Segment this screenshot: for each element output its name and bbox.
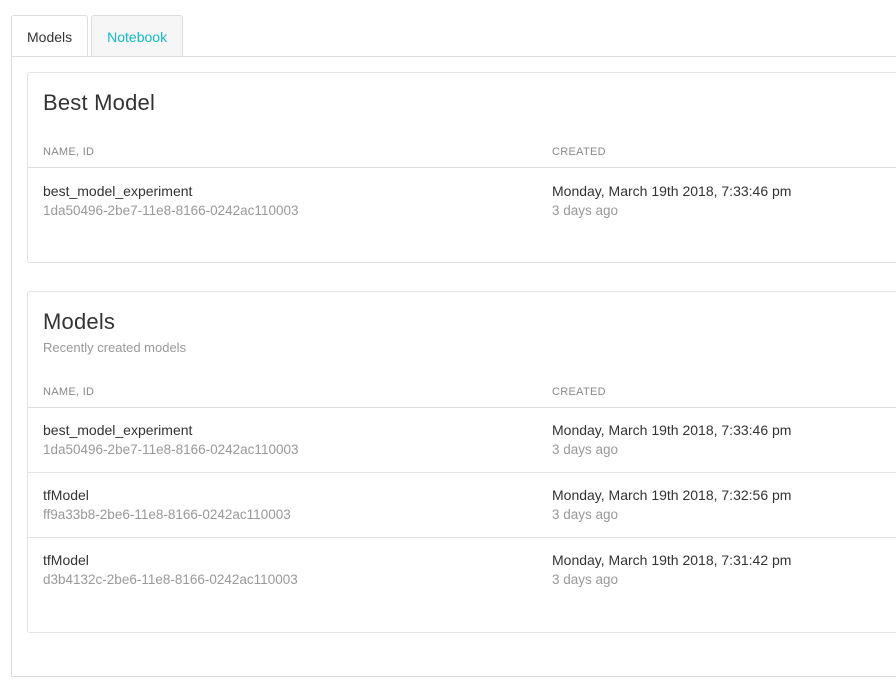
model-id: 1da50496-2be7-11e8-8166-0242ac110003 <box>43 203 299 218</box>
models-subtitle: Recently created models <box>43 340 187 355</box>
created-date: Monday, March 19th 2018, 7:32:56 pm <box>552 487 792 503</box>
tab-bar: Models Notebook <box>11 15 186 58</box>
created-relative: 3 days ago <box>552 507 619 522</box>
created-date: Monday, March 19th 2018, 7:31:42 pm <box>552 552 792 568</box>
best-model-card: Best Model NAME, ID CREATED best_model_e… <box>27 72 896 263</box>
table-row[interactable]: tfModel ff9a33b8-2be6-11e8-8166-0242ac11… <box>28 473 896 538</box>
models-title: Models <box>43 309 116 334</box>
model-id: ff9a33b8-2be6-11e8-8166-0242ac110003 <box>43 507 291 522</box>
models-tab-panel: Best Model NAME, ID CREATED best_model_e… <box>11 56 896 677</box>
models-card: Models Recently created models NAME, ID … <box>27 291 896 633</box>
model-id: 1da50496-2be7-11e8-8166-0242ac110003 <box>43 442 299 457</box>
column-header-created: CREATED <box>552 146 606 158</box>
table-row[interactable]: best_model_experiment 1da50496-2be7-11e8… <box>28 168 896 233</box>
model-name: best_model_experiment <box>43 422 193 438</box>
model-name: tfModel <box>43 487 89 503</box>
created-date: Monday, March 19th 2018, 7:33:46 pm <box>552 422 792 438</box>
model-name: best_model_experiment <box>43 183 193 199</box>
created-relative: 3 days ago <box>552 572 619 587</box>
created-relative: 3 days ago <box>552 203 619 218</box>
column-header-name-id: NAME, ID <box>43 146 95 158</box>
column-header-name-id: NAME, ID <box>43 386 95 398</box>
model-id: d3b4132c-2be6-11e8-8166-0242ac110003 <box>43 572 298 587</box>
column-header-created: CREATED <box>552 386 606 398</box>
tab-models[interactable]: Models <box>11 15 89 58</box>
tab-notebook[interactable]: Notebook <box>91 15 184 57</box>
created-relative: 3 days ago <box>552 442 619 457</box>
model-name: tfModel <box>43 552 89 568</box>
table-row[interactable]: tfModel d3b4132c-2be6-11e8-8166-0242ac11… <box>28 538 896 603</box>
best-model-title: Best Model <box>43 90 156 115</box>
table-row[interactable]: best_model_experiment 1da50496-2be7-11e8… <box>28 408 896 473</box>
created-date: Monday, March 19th 2018, 7:33:46 pm <box>552 183 792 199</box>
